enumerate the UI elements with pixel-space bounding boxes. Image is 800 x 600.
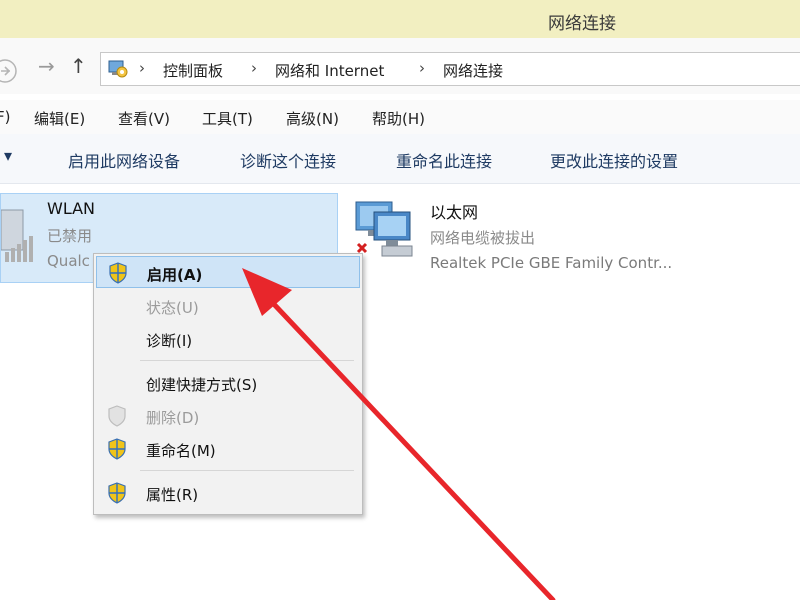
ctx-enable-label: 启用(A) [147, 266, 203, 284]
organize-dropdown-icon[interactable]: ▾ [4, 146, 12, 165]
ctx-create-shortcut[interactable]: 创建快捷方式(S) [96, 367, 360, 399]
menu-separator [140, 360, 354, 361]
connection-name: 以太网 [430, 203, 479, 222]
ctx-properties[interactable]: 属性(R) [96, 477, 360, 509]
ctx-diagnose[interactable]: 诊断(I) [96, 323, 360, 355]
menu-file[interactable]: F) [0, 108, 10, 126]
ctx-enable[interactable]: 启用(A) [96, 256, 360, 288]
connection-adapter: Realtek PCIe GBE Family Contr... [430, 254, 673, 272]
breadcrumb-separator: › [251, 59, 257, 77]
shield-icon [108, 438, 126, 460]
menu-view[interactable]: 查看(V) [118, 108, 170, 129]
ctx-delete-label: 删除(D) [146, 409, 200, 427]
control-panel-icon [108, 60, 128, 78]
connection-status: 网络电缆被拔出 [430, 229, 536, 247]
back-icon[interactable] [0, 58, 18, 84]
enable-device-button[interactable]: 启用此网络设备 [68, 148, 180, 172]
address-bar[interactable]: › 控制面板 › 网络和 Internet › 网络连接 [100, 52, 800, 86]
forward-icon[interactable]: → [38, 54, 55, 78]
connection-adapter: Qualc [47, 252, 90, 270]
shield-icon [109, 262, 127, 284]
context-menu: 启用(A) 状态(U) 诊断(I) 创建快捷方式(S) 删除(D) 重命名(M)… [93, 253, 363, 515]
ctx-properties-label: 属性(R) [146, 486, 199, 504]
menu-advanced[interactable]: 高级(N) [286, 108, 339, 129]
rename-connection-button[interactable]: 重命名此连接 [396, 148, 492, 172]
diagnose-connection-button[interactable]: 诊断这个连接 [240, 148, 336, 172]
ctx-delete: 删除(D) [96, 400, 360, 432]
wireless-adapter-icon [1, 209, 33, 262]
menu-bar: F) 编辑(E) 查看(V) 工具(T) 高级(N) 帮助(H) [0, 100, 800, 134]
ctx-diagnose-label: 诊断(I) [146, 332, 193, 350]
title-bar: 网络连接 [0, 0, 800, 38]
ctx-rename-label: 重命名(M) [146, 442, 216, 460]
breadcrumb-separator: › [139, 59, 145, 77]
breadcrumb-separator: › [419, 59, 425, 77]
change-settings-button[interactable]: 更改此连接的设置 [550, 148, 678, 172]
connection-status: 已禁用 [47, 227, 93, 245]
breadcrumb-network-connections[interactable]: 网络连接 [443, 60, 503, 81]
up-icon[interactable]: ↑ [70, 54, 87, 78]
shield-icon [108, 405, 126, 427]
menu-tools[interactable]: 工具(T) [202, 108, 253, 129]
ctx-status-label: 状态(U) [146, 299, 199, 317]
ctx-rename[interactable]: 重命名(M) [96, 433, 360, 465]
window-title: 网络连接 [548, 14, 616, 34]
connection-name: WLAN [47, 199, 96, 218]
menu-help[interactable]: 帮助(H) [372, 108, 425, 129]
ctx-create-shortcut-label: 创建快捷方式(S) [146, 376, 258, 394]
menu-separator [140, 470, 354, 471]
command-bar: ▾ 启用此网络设备 诊断这个连接 重命名此连接 更改此连接的设置 [0, 134, 800, 184]
menu-edit[interactable]: 编辑(E) [34, 108, 85, 129]
breadcrumb-control-panel[interactable]: 控制面板 [163, 60, 223, 81]
ctx-status: 状态(U) [96, 290, 360, 322]
shield-icon [108, 482, 126, 504]
breadcrumb-network-internet[interactable]: 网络和 Internet [275, 60, 384, 81]
